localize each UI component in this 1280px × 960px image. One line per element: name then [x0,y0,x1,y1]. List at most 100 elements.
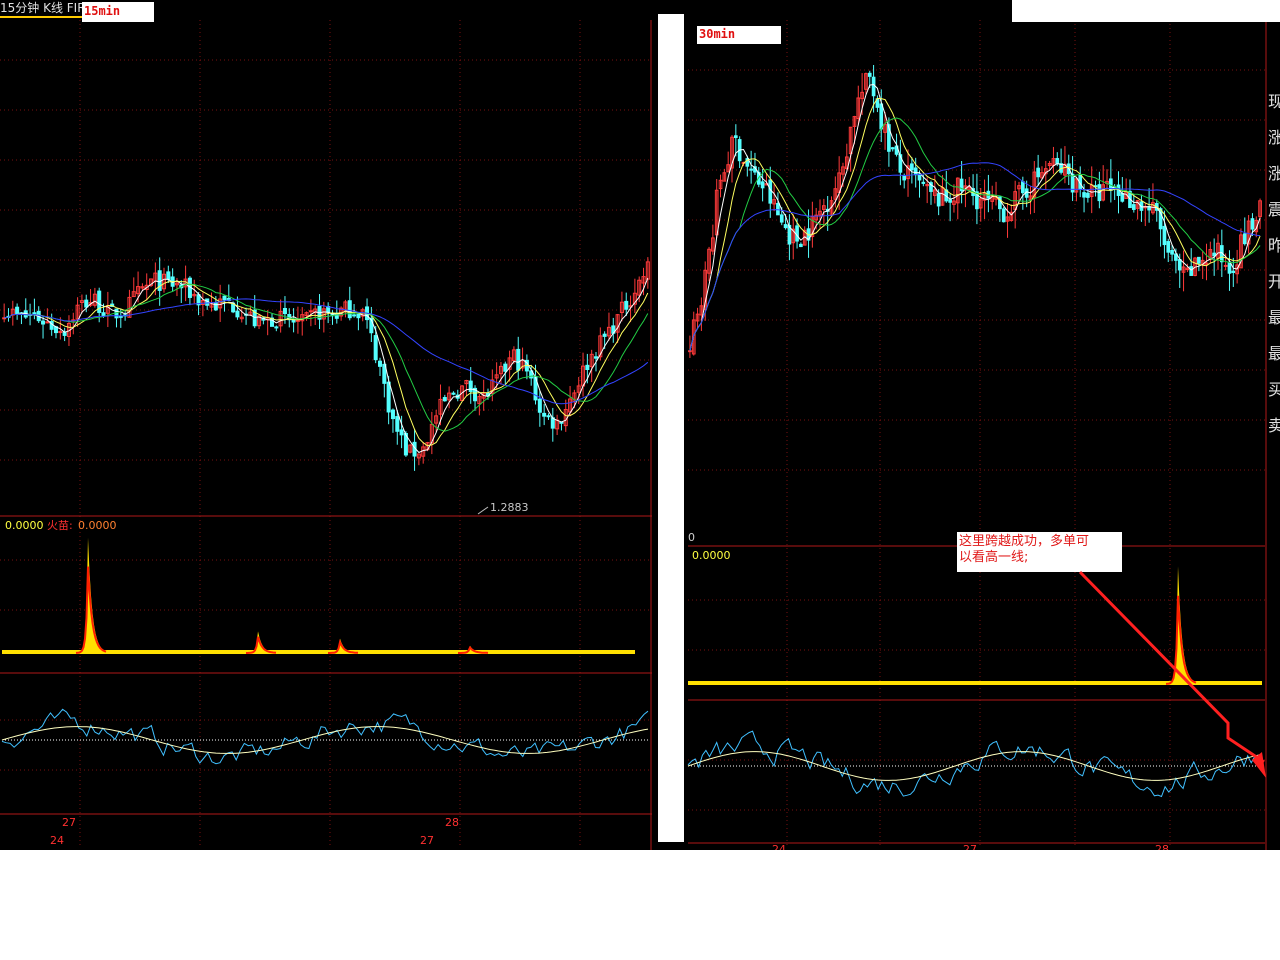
left-date-tick-2: 28 [445,816,459,829]
candle-body [602,333,607,337]
left-date-tick-1: 27 [62,816,76,829]
candle-body [386,381,391,413]
candle-body [542,412,547,417]
candle-body [1242,233,1247,245]
candle-body [516,348,521,371]
chart-canvas: 15分钟 K线 FIR 15min 1.2883 0.0000 火苗: 0.00… [0,0,1280,856]
moving-average-line [689,83,1261,351]
candle-body [1162,225,1167,246]
candle-body [921,181,926,184]
side-menu-item: 昨 [1268,236,1280,255]
right-timeframe-label: 30min [699,27,735,41]
candle-body [118,315,123,318]
side-menu-item: 最 [1268,308,1280,327]
left-date-tick-lower-2: 27 [420,834,434,847]
left-timeframe-label: 15min [84,4,120,18]
right-moving-averages [689,83,1261,351]
candle-body [1120,192,1125,202]
right-panel: 30min 0 0.0000 现涨涨震昨开最最买卖 这里跨越成功，多单可 以看高… [687,0,1280,856]
candle-body [624,300,629,310]
annotation-line-2: 以看高一线; [959,549,1028,565]
candle-body [468,380,473,392]
left-panel: 15分钟 K线 FIR 15min 1.2883 0.0000 火苗: 0.00… [0,0,655,850]
right-header-strip [1012,0,1280,22]
candle-body [390,409,395,420]
candle-body [1250,218,1255,230]
candle-body [45,321,50,324]
candle-body [377,360,383,367]
candle-body [1231,270,1236,273]
side-menu-item: 开 [1268,272,1280,291]
right-grid [688,20,1265,845]
candle-body [749,168,753,171]
candle-body [399,429,404,436]
candle-body [733,135,738,139]
side-menu-item: 涨 [1268,164,1280,183]
right-axis-zero: 0 [688,531,695,544]
candle-body [15,306,20,315]
right-indicator-value: 0.0000 [692,549,731,562]
candle-body [503,363,508,372]
candle-body [913,167,918,176]
side-menu-item: 现 [1268,92,1280,111]
candle-body [776,202,780,216]
candle-body [222,295,227,301]
candle-body [166,271,171,280]
candle-body [760,181,765,189]
candle-body [795,225,799,242]
candle-body [910,163,914,171]
candle-body [373,335,378,361]
candle-body [537,398,542,413]
candle-body [308,310,313,313]
osc-fast-line [687,730,1263,798]
right-date-tick-1: 24 [772,843,786,850]
annotation-line-1: 这里跨越成功，多单可 [959,533,1089,549]
candle-body [1086,192,1090,198]
panel-divider [658,14,684,842]
window-title: 15分钟 K线 FIR [0,0,86,15]
right-candles [688,64,1262,358]
candle-body [451,392,456,395]
candle-body [274,326,279,329]
candle-body [779,214,784,223]
candle-body [1131,204,1136,210]
candle-body [282,308,287,315]
candle-body [347,300,352,319]
candle-body [799,243,803,248]
candle-body [902,175,907,181]
candle-body [213,302,218,311]
candle-body [1082,192,1086,198]
candle-body [688,350,692,353]
candle-body [879,103,884,130]
candle-body [352,314,357,317]
candle-body [768,179,773,204]
candle-body [593,356,599,359]
side-menu-item: 震 [1268,200,1280,219]
candle-body [890,147,895,150]
side-menu-item: 卖 [1268,416,1280,435]
candle-body [1001,208,1006,223]
right-date-tick-3: 28 [1155,843,1169,850]
candle-body [58,331,63,334]
candle-body [1020,181,1025,194]
candle-body [1177,259,1182,271]
candle-body [1170,249,1174,255]
candle-body [395,416,400,432]
candle-body [936,193,941,207]
side-menu-item: 买 [1268,380,1280,399]
right-date-tick-2: 27 [963,843,977,850]
candle-body [356,313,361,319]
candle-body [867,72,872,77]
side-menu-item: 最 [1268,344,1280,363]
candle-body [1036,167,1040,178]
left-indicator-name: 火苗: [47,519,73,532]
candle-body [32,312,37,315]
left-indicator-value2: 0.0000 [78,519,117,532]
side-quote-menu: 现涨涨震昨开最最买卖 [1268,92,1280,435]
candle-body [871,76,876,97]
candle-body [101,312,106,317]
candle-body [442,397,447,402]
candle-body [585,364,590,371]
candle-body [235,310,240,318]
candle-body [948,199,952,203]
